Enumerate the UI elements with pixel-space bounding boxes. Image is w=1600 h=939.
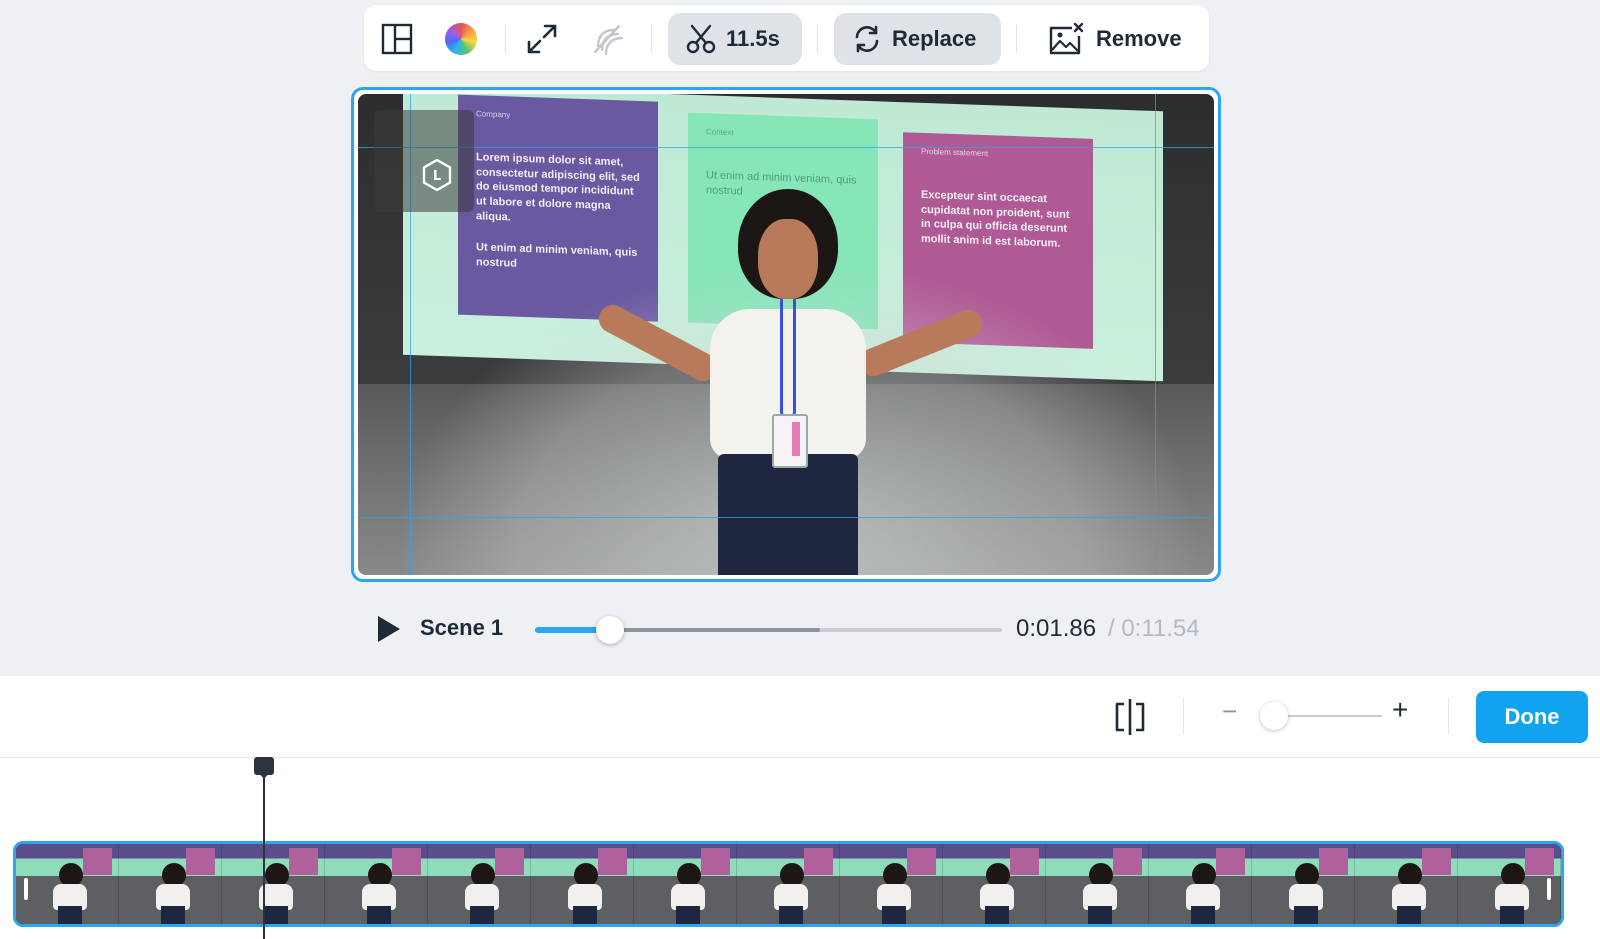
playhead[interactable] — [263, 757, 265, 939]
remove-button[interactable]: Remove — [1048, 13, 1182, 65]
filmstrip-thumbnail — [1355, 844, 1458, 924]
filmstrip-thumbnail — [222, 844, 325, 924]
slide-company: Company Lorem ipsum dolor sit amet, cons… — [458, 94, 658, 322]
zoom-slider[interactable] — [1260, 702, 1382, 730]
filmstrip-thumbnail — [119, 844, 222, 924]
split-clip-icon[interactable] — [1112, 698, 1148, 736]
done-button[interactable]: Done — [1476, 691, 1588, 743]
filmstrip-thumbnail — [737, 844, 840, 924]
filmstrip-thumbnail — [1252, 844, 1355, 924]
toolbar-divider — [651, 25, 652, 53]
logo-placeholder[interactable]: L — [374, 110, 474, 212]
toolbar-divider — [1016, 25, 1017, 53]
filmstrip-thumbnail — [325, 844, 428, 924]
video-preview[interactable]: Company Lorem ipsum dolor sit amet, cons… — [351, 87, 1221, 582]
filmstrip-thumbnail — [428, 844, 531, 924]
total-time: / 0:11.54 — [1108, 615, 1200, 642]
panel-divider — [1183, 698, 1184, 734]
remove-label: Remove — [1096, 26, 1182, 51]
clip-filmstrip[interactable] — [13, 841, 1564, 927]
zoom-out-button[interactable]: − — [1222, 696, 1237, 727]
toolbar-divider — [505, 25, 506, 53]
clip-toolbar: 11.5s Replace Remove — [364, 5, 1209, 71]
id-badge — [772, 414, 808, 468]
panel-divider — [1448, 698, 1449, 734]
color-wheel-icon[interactable] — [444, 22, 478, 56]
expand-arrows-icon[interactable] — [525, 22, 559, 56]
guide-line — [358, 147, 1214, 148]
filmstrip-thumbnail — [531, 844, 634, 924]
play-icon[interactable] — [376, 614, 402, 644]
refresh-icon — [852, 24, 882, 54]
zoom-handle[interactable] — [1260, 702, 1288, 730]
trim-button[interactable]: 11.5s — [668, 13, 802, 65]
filmstrip-thumbnail — [634, 844, 737, 924]
seek-handle[interactable] — [596, 616, 625, 644]
filmstrip-thumbnail — [943, 844, 1046, 924]
filmstrip-thumbnail — [1149, 844, 1252, 924]
filmstrip-thumbnail — [840, 844, 943, 924]
panel-separator — [0, 757, 1600, 758]
filmstrip-thumbnail — [16, 844, 119, 924]
trim-handle-start[interactable] — [24, 878, 28, 900]
audio-muted-icon[interactable] — [590, 22, 624, 56]
svg-text:L: L — [433, 169, 441, 184]
replace-button[interactable]: Replace — [834, 13, 1001, 65]
trim-handle-end[interactable] — [1547, 878, 1551, 900]
current-time: 0:01.86 — [1016, 615, 1097, 642]
layout-panels-icon[interactable] — [380, 22, 414, 56]
toolbar-divider — [817, 25, 818, 53]
filmstrip-thumbnail — [1046, 844, 1149, 924]
replace-label: Replace — [892, 26, 977, 51]
seek-slider[interactable] — [535, 616, 1002, 644]
scissors-icon — [686, 24, 716, 54]
trim-duration-label: 11.5s — [726, 26, 780, 51]
scene-label: Scene 1 — [420, 615, 504, 640]
filmstrip-thumbnail — [1458, 844, 1561, 924]
guide-line — [1155, 94, 1156, 575]
logo-hexagon-icon: L — [422, 159, 452, 191]
image-remove-icon — [1048, 22, 1084, 56]
zoom-in-button[interactable]: + — [1392, 694, 1408, 726]
guide-line — [358, 517, 1214, 518]
playhead-handle[interactable] — [254, 757, 274, 779]
video-frame: Company Lorem ipsum dolor sit amet, cons… — [358, 94, 1214, 575]
